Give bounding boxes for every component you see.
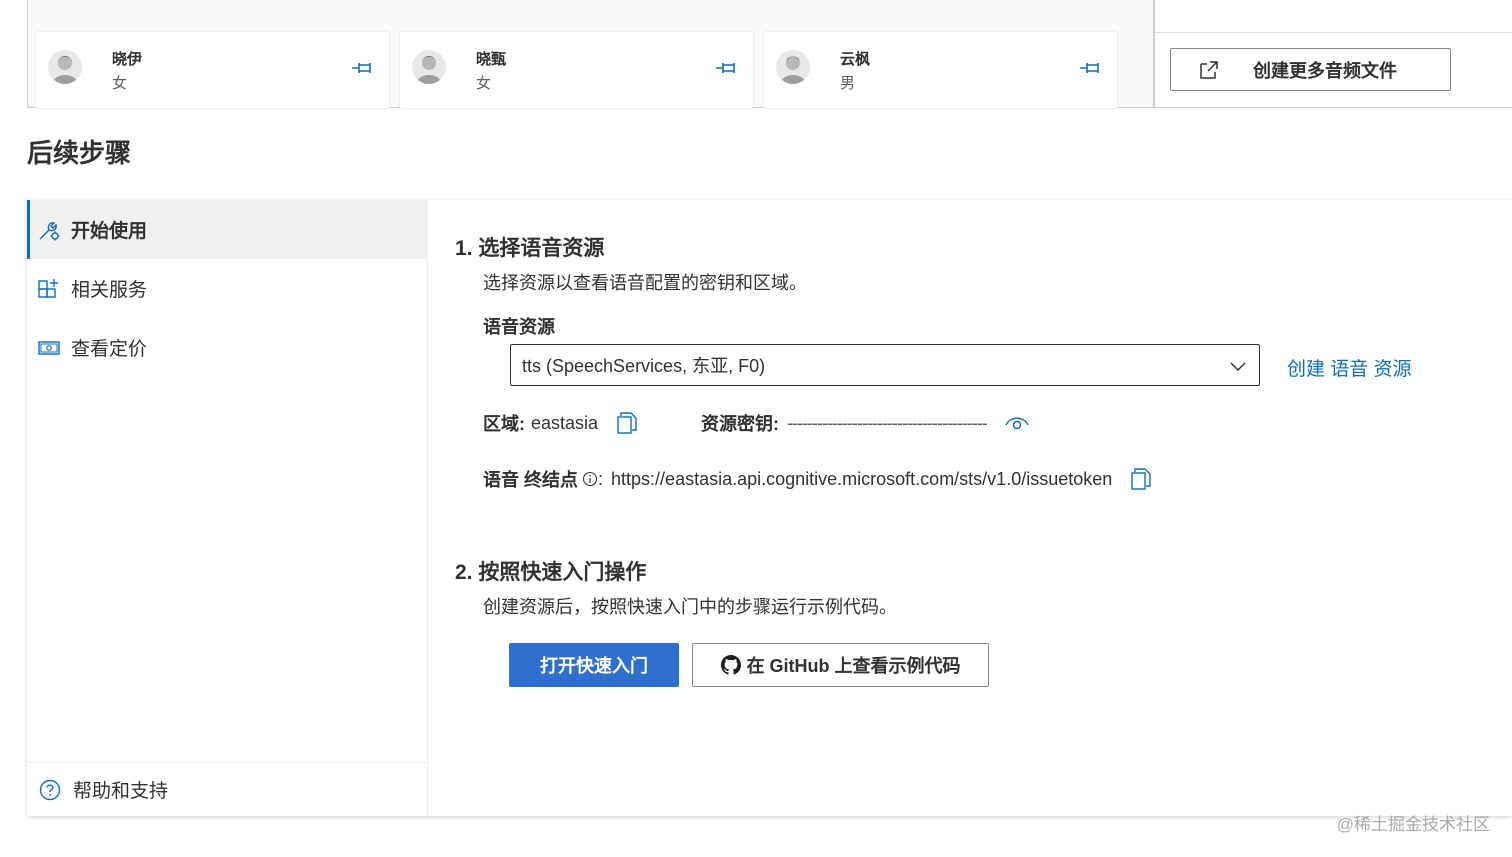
- pin-icon[interactable]: [1079, 60, 1101, 76]
- voice-card[interactable]: 晓伊 女: [36, 32, 389, 108]
- main-content: 1. 选择语音资源 选择资源以查看语音配置的密钥和区域。 语音资源 tts (S…: [455, 200, 1512, 816]
- region-row: 区域: eastasia: [483, 410, 638, 436]
- voice-name: 晓伊: [112, 51, 143, 68]
- sidebar-item-get-started[interactable]: 开始使用: [27, 200, 428, 259]
- wrench-gear-icon: [39, 221, 60, 240]
- help-circle-icon: [39, 779, 61, 800]
- help-support-label: 帮助和支持: [73, 781, 169, 802]
- open-external-icon: [1200, 60, 1218, 79]
- step1-description: 选择资源以查看语音配置的密钥和区域。: [483, 273, 807, 293]
- voice-card[interactable]: 云枫 男: [764, 32, 1117, 108]
- avatar: [412, 50, 446, 84]
- resource-key-label: 资源密钥:: [701, 414, 779, 434]
- info-icon[interactable]: [582, 471, 598, 487]
- voice-card[interactable]: 晓甄 女: [400, 32, 753, 108]
- watermark: @稀土掘金技术社区: [1336, 815, 1490, 834]
- speech-resource-dropdown[interactable]: tts (SpeechServices, 东亚, F0): [510, 344, 1260, 386]
- step2-description: 创建资源后，按照快速入门中的步骤运行示例代码。: [483, 597, 897, 617]
- github-icon: [720, 655, 741, 675]
- create-audio-button[interactable]: 创建更多音频文件: [1170, 48, 1451, 91]
- voice-gender: 女: [112, 75, 128, 92]
- eye-icon[interactable]: [1005, 414, 1029, 432]
- region-label: 区域:: [483, 414, 525, 434]
- sidebar-item-label: 查看定价: [71, 339, 148, 360]
- step1-title: 1. 选择语音资源: [455, 237, 605, 260]
- pin-icon[interactable]: [715, 60, 737, 76]
- voice-gender: 男: [840, 75, 856, 92]
- github-button-label: 在 GitHub 上查看示例代码: [746, 656, 961, 676]
- step2-title: 2. 按照快速入门操作: [455, 561, 647, 584]
- resource-key-row: 资源密钥: ----------------------------------…: [701, 410, 1029, 436]
- sidebar-item-label: 相关服务: [71, 280, 148, 301]
- sidebar-item-label: 开始使用: [71, 221, 148, 242]
- pin-icon[interactable]: [351, 60, 373, 76]
- next-steps-panel: 开始使用 相关服务 查看定价 帮助和支持 1. 选择语音资源 选择资源以查看语音…: [27, 200, 1512, 816]
- create-audio-label: 创建更多音频文件: [1253, 60, 1397, 81]
- voice-name: 晓甄: [476, 51, 507, 68]
- chevron-down-icon: [1230, 362, 1246, 372]
- grid-add-icon: [38, 278, 58, 298]
- sidebar-item-pricing[interactable]: 查看定价: [27, 318, 428, 377]
- github-sample-button[interactable]: 在 GitHub 上查看示例代码: [692, 643, 989, 687]
- help-support-link[interactable]: 帮助和支持: [27, 762, 428, 816]
- divider: [1155, 32, 1512, 33]
- audio-actions-panel: 创建更多音频文件: [1154, 0, 1512, 108]
- endpoint-label: 语音 终结点: [483, 470, 579, 490]
- sidebar-item-related-services[interactable]: 相关服务: [27, 259, 428, 318]
- colon: :: [598, 468, 604, 489]
- section-title: 后续步骤: [27, 138, 132, 168]
- avatar: [776, 50, 810, 84]
- money-icon: [38, 340, 60, 355]
- resource-key-value: ----------------------------------------: [787, 412, 988, 433]
- speech-resource-label: 语音资源: [483, 317, 555, 337]
- copy-icon[interactable]: [1130, 467, 1152, 491]
- sidebar: 开始使用 相关服务 查看定价 帮助和支持: [27, 200, 428, 816]
- open-quickstart-button[interactable]: 打开快速入门: [509, 643, 679, 687]
- voice-gallery: 晓伊 女 晓甄 女 云枫 男: [27, 0, 1154, 108]
- region-value: eastasia: [531, 412, 599, 433]
- dropdown-value: tts (SpeechServices, 东亚, F0): [522, 356, 766, 376]
- endpoint-value: https://eastasia.api.cognitive.microsoft…: [611, 468, 1113, 489]
- voice-gender: 女: [476, 75, 492, 92]
- copy-icon[interactable]: [616, 411, 638, 435]
- create-speech-resource-link[interactable]: 创建 语音 资源: [1287, 354, 1412, 381]
- endpoint-row: 语音 终结点 : https://eastasia.api.cognitive.…: [483, 466, 1152, 492]
- avatar: [48, 50, 82, 84]
- voice-name: 云枫: [840, 51, 871, 68]
